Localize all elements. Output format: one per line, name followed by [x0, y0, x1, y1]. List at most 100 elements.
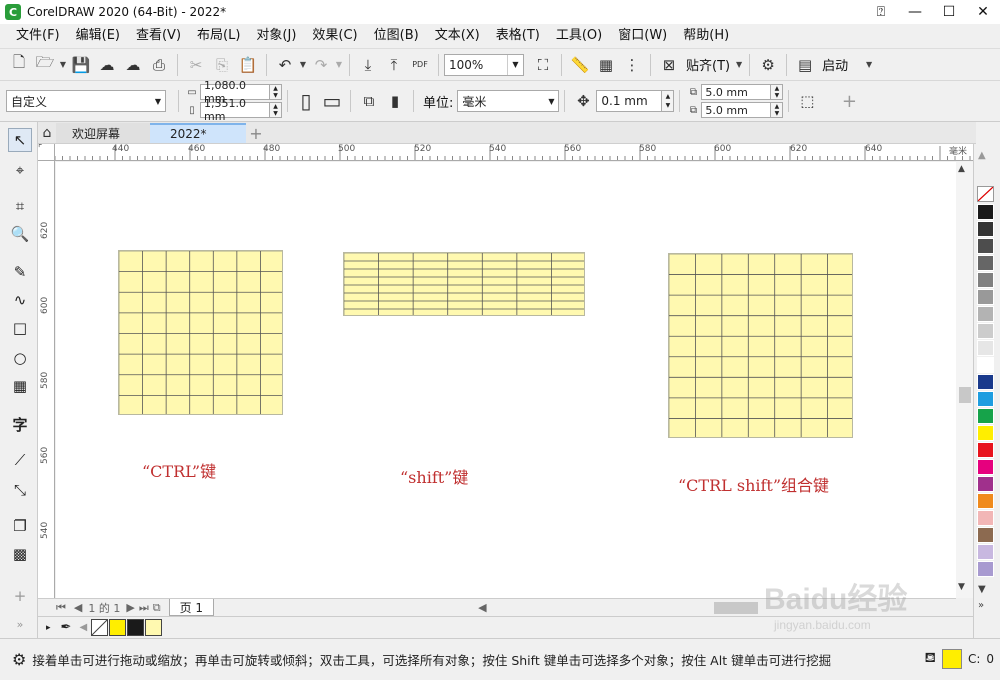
add-page-icon[interactable]: ⧉ [153, 601, 161, 615]
crop-tool-icon[interactable]: ⌗ [8, 194, 32, 218]
drop-shadow-tool-icon[interactable]: ❐ [8, 514, 32, 538]
graph-paper-shift[interactable] [343, 252, 585, 316]
cut-icon[interactable]: ✂ [183, 52, 209, 78]
cloud-download-icon[interactable]: ☁ [94, 52, 120, 78]
color-swatch[interactable] [977, 204, 994, 220]
ruler-origin[interactable]: ⌜ [38, 144, 55, 161]
drawing-canvas[interactable]: “CTRL”键 “shift”键 “CTRL shift”组合键 [56, 162, 956, 598]
landscape-orientation-icon[interactable]: ▭ [319, 88, 345, 114]
doc-swatch-black[interactable] [127, 619, 145, 636]
copy-icon[interactable]: ⎘ [209, 52, 235, 78]
color-swatch[interactable] [977, 408, 994, 424]
zoom-level-select[interactable]: 100% ▼ [444, 53, 524, 76]
height-spinner[interactable]: ▲ ▼ [270, 102, 282, 118]
redo-dropdown-icon[interactable]: ▼ [334, 60, 344, 69]
show-rulers-icon[interactable]: 📏 [567, 52, 593, 78]
color-swatch[interactable] [977, 374, 994, 390]
palette-scroll-down-icon[interactable]: ▼ [978, 584, 986, 595]
palette-scroll-up-icon[interactable]: ▲ [978, 150, 986, 161]
pick-tool-icon[interactable]: ↖ [8, 128, 32, 152]
more-tools-icon[interactable]: » [8, 612, 32, 636]
nudge-distance-input[interactable]: 0.1 mm [596, 90, 663, 112]
account-icon[interactable]: ⍰ [864, 0, 898, 24]
vertical-scrollbar[interactable]: ▲ ▼ [956, 162, 973, 598]
page-tab-1[interactable]: 页 1 [168, 599, 215, 616]
menu-file[interactable]: 文件(F) [8, 24, 68, 48]
doc-swatch-yellow[interactable] [109, 619, 127, 636]
new-document-icon[interactable]: 🗋 [6, 52, 32, 78]
horizontal-scroll-thumb[interactable] [714, 602, 758, 614]
transparency-tool-icon[interactable]: ▩ [8, 542, 32, 566]
width-spinner[interactable]: ▲ ▼ [270, 84, 282, 100]
options-gear-icon[interactable]: ⚙ [755, 52, 781, 78]
import-icon[interactable]: ⤓ [355, 52, 381, 78]
status-gear-icon[interactable]: ⚙ [12, 650, 26, 669]
full-screen-icon[interactable]: ⛶ [530, 52, 556, 78]
color-swatch[interactable] [977, 493, 994, 509]
units-select[interactable]: 毫米 ▼ [457, 90, 560, 112]
dup-y-spinner[interactable]: ▲ ▼ [771, 102, 784, 118]
ellipse-tool-icon[interactable]: ○ [8, 346, 32, 370]
show-grid-icon[interactable]: ▦ [593, 52, 619, 78]
save-icon[interactable]: 💾 [68, 52, 94, 78]
first-page-icon[interactable]: ⏮ [56, 601, 66, 615]
color-swatch[interactable] [977, 527, 994, 543]
page-preset-select[interactable]: 自定义 ▼ [6, 90, 166, 112]
print-icon[interactable]: ⎙ [146, 52, 172, 78]
duplicate-y-input[interactable]: 5.0 mm [701, 102, 772, 118]
color-swatch[interactable] [977, 510, 994, 526]
portrait-orientation-icon[interactable]: ▯ [293, 88, 319, 114]
launch-dropdown-icon[interactable]: ▼ [864, 60, 874, 69]
color-swatch[interactable] [977, 357, 994, 373]
launch-icon[interactable]: ▤ [792, 52, 818, 78]
previous-page-icon[interactable]: ◀ [74, 601, 82, 614]
menu-table[interactable]: 表格(T) [488, 24, 548, 48]
launch-menu[interactable]: 启动 [818, 55, 852, 74]
color-swatch[interactable] [977, 221, 994, 237]
add-icon[interactable]: + [836, 88, 862, 114]
snap-dropdown-icon[interactable]: ▼ [734, 60, 744, 69]
color-swatch[interactable] [977, 340, 994, 356]
menu-view[interactable]: 查看(V) [128, 24, 189, 48]
horizontal-ruler[interactable]: 440 460 480 500 520 540 560 580 600 620 … [55, 144, 973, 161]
no-color-swatch[interactable] [977, 186, 994, 202]
menu-object[interactable]: 对象(J) [248, 24, 304, 48]
color-swatch[interactable] [977, 561, 994, 577]
redo-icon[interactable]: ↷ [308, 52, 334, 78]
paste-icon[interactable]: 📋 [235, 52, 261, 78]
color-swatch[interactable] [977, 255, 994, 271]
snap-to-menu[interactable]: 贴齐(T) [682, 55, 734, 74]
color-swatch[interactable] [977, 391, 994, 407]
all-pages-icon[interactable]: ⧉ [356, 88, 382, 114]
vertical-ruler[interactable]: 620 600 580 560 540 [38, 161, 55, 598]
eyedropper-icon[interactable]: ✒ [61, 620, 72, 635]
doc-palette-scroll-icon[interactable]: ◀ [79, 622, 87, 633]
home-icon[interactable]: ⌂ [38, 123, 56, 143]
open-folder-icon[interactable]: 🗁 [32, 52, 58, 78]
show-guidelines-icon[interactable]: ⋮ [619, 52, 645, 78]
color-swatch[interactable] [977, 459, 994, 475]
color-swatch[interactable] [977, 476, 994, 492]
export-icon[interactable]: ⤒ [381, 52, 407, 78]
doc-no-color-swatch[interactable] [91, 619, 109, 636]
caption-shift[interactable]: “shift”键 [400, 464, 468, 488]
scroll-left-icon[interactable]: ◀ [478, 601, 486, 614]
menu-layout[interactable]: 布局(L) [189, 24, 248, 48]
undo-dropdown-icon[interactable]: ▼ [298, 60, 308, 69]
graph-paper-tool-icon[interactable]: ▦ [8, 374, 32, 398]
fill-bucket-icon[interactable]: ⛾ [924, 650, 935, 668]
connector-tool-icon[interactable]: ⤡ [8, 478, 32, 502]
color-swatch[interactable] [977, 306, 994, 322]
doc-palette-menu-icon[interactable]: ▸ [46, 623, 51, 633]
fill-color-indicator[interactable] [941, 649, 962, 669]
current-page-icon[interactable]: ▮ [382, 88, 408, 114]
graph-paper-ctrl[interactable] [118, 250, 283, 415]
color-swatch[interactable] [977, 323, 994, 339]
dup-x-spinner[interactable]: ▲ ▼ [771, 84, 784, 100]
color-swatch[interactable] [977, 289, 994, 305]
doc-swatch-light-yellow[interactable] [145, 619, 163, 636]
minimize-button[interactable]: — [898, 0, 932, 24]
menu-tools[interactable]: 工具(O) [548, 24, 610, 48]
rectangle-tool-icon[interactable]: □ [8, 316, 32, 340]
scroll-up-icon[interactable]: ▲ [958, 164, 965, 174]
